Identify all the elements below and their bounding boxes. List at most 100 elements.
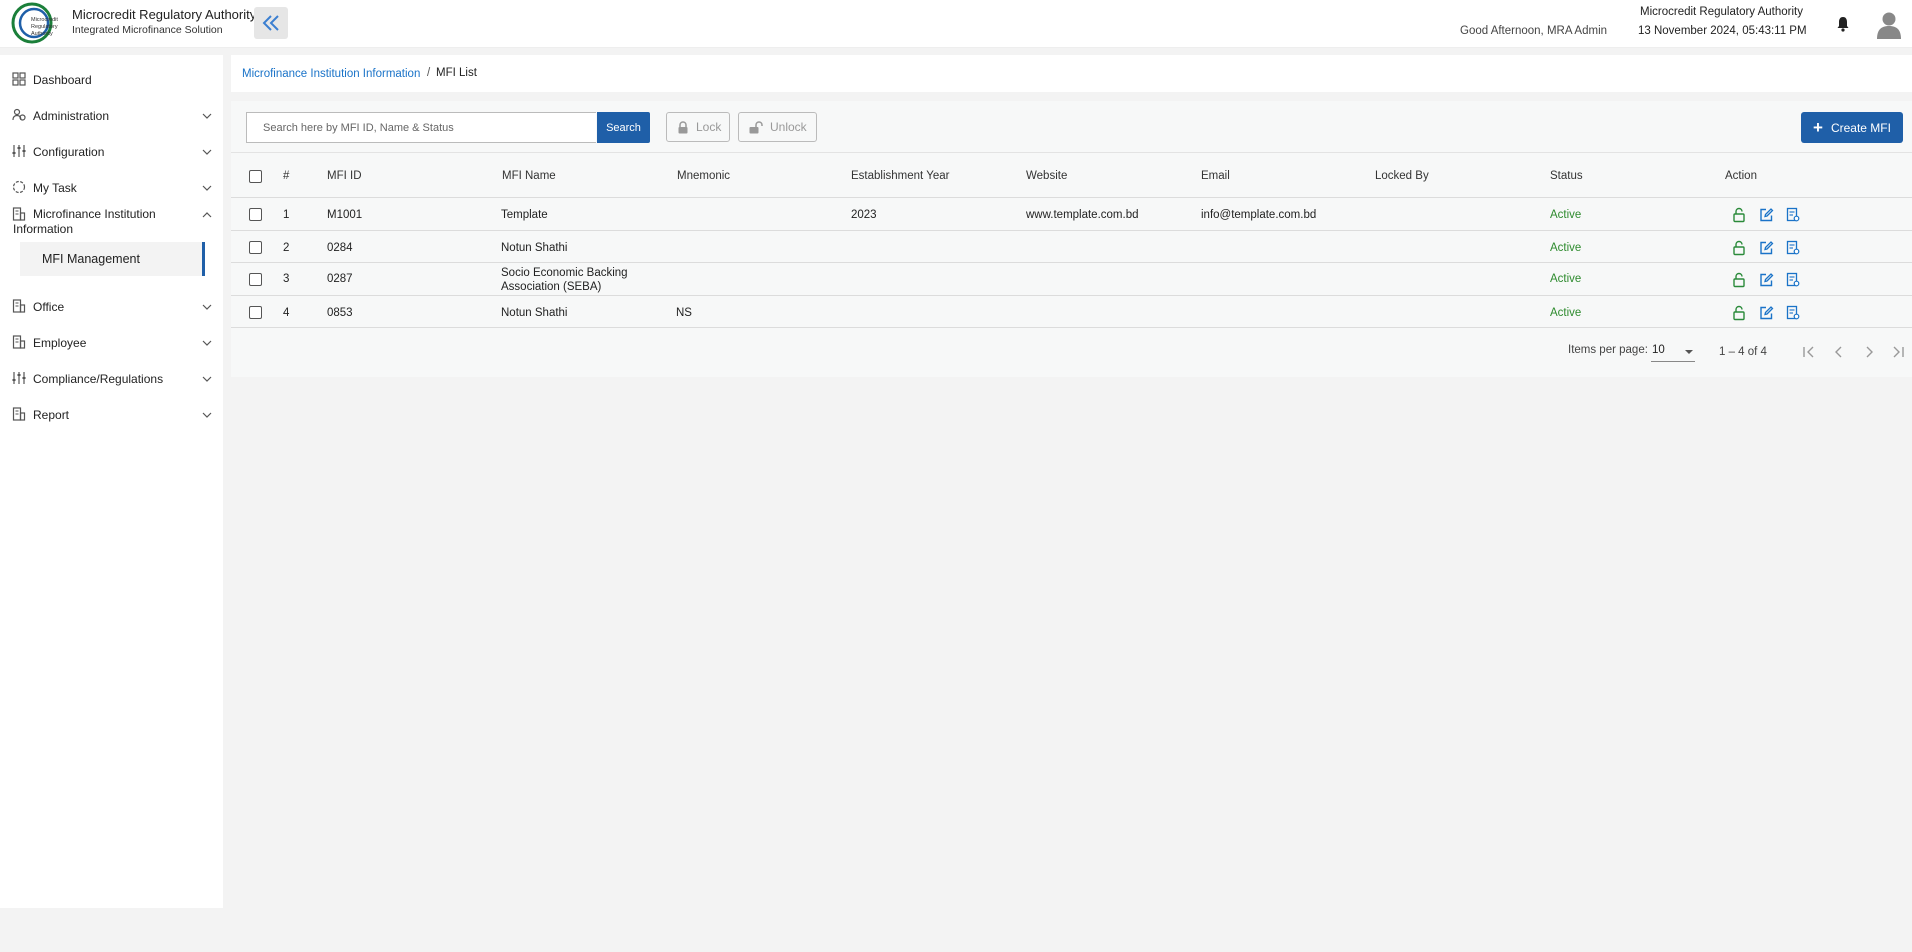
svg-text:Microcredit: Microcredit xyxy=(31,17,58,23)
status-badge: Active xyxy=(1550,242,1582,254)
sidebar-item-my-task[interactable]: My Task xyxy=(0,177,223,197)
column-header: Email xyxy=(1201,170,1230,182)
cell-number: 2 xyxy=(283,242,290,254)
table-row[interactable]: 3 0287 Socio Economic Backing Associatio… xyxy=(231,263,1912,296)
row-checkbox[interactable] xyxy=(249,241,262,254)
mfi-list-card: Search Lock Unlock + Create MFI # MFI ID… xyxy=(231,101,1912,377)
sidebar-item-mfi-information[interactable]: Microfinance Institution Information xyxy=(0,205,223,236)
cell-mfi-name: Notun Shathi xyxy=(501,307,568,319)
create-mfi-button[interactable]: + Create MFI xyxy=(1801,112,1903,143)
building-icon xyxy=(12,407,26,421)
table-row[interactable]: 2 0284 Notun Shathi Active xyxy=(231,231,1912,263)
chevron-down-icon xyxy=(202,113,212,119)
table-toolbar: Search Lock Unlock + Create MFI xyxy=(231,101,1912,153)
page-size-select[interactable]: 10 xyxy=(1651,342,1695,362)
lock-button[interactable]: Lock xyxy=(666,112,730,142)
sidebar-item-report[interactable]: Report xyxy=(0,404,223,424)
unlock-icon[interactable] xyxy=(1731,305,1747,321)
chevron-down-icon xyxy=(202,185,212,191)
sidebar-item-office[interactable]: Office xyxy=(0,296,223,316)
cell-mfi-name: Socio Economic Backing Association (SEBA… xyxy=(501,267,628,293)
cell-website: www.template.com.bd xyxy=(1026,209,1139,221)
sidebar-item-compliance[interactable]: Compliance/Regulations xyxy=(0,368,223,388)
cell-mfi-name: Template xyxy=(501,209,548,221)
sidebar-item-administration[interactable]: Administration xyxy=(0,105,223,125)
column-header: Website xyxy=(1026,170,1068,182)
breadcrumb-parent-link[interactable]: Microfinance Institution Information xyxy=(242,68,420,80)
chevron-down-icon xyxy=(202,376,212,382)
chevron-down-icon xyxy=(202,340,212,346)
plus-icon: + xyxy=(1813,118,1823,137)
app-title: Microcredit Regulatory Authority xyxy=(72,7,257,22)
sidebar-item-label: Compliance/Regulations xyxy=(33,372,164,386)
row-checkbox[interactable] xyxy=(249,273,262,286)
chevron-down-icon xyxy=(202,149,212,155)
sliders-icon xyxy=(12,372,26,384)
sidebar-item-label: Office xyxy=(33,300,65,314)
building-icon xyxy=(12,299,26,313)
unlock-icon[interactable] xyxy=(1731,272,1747,288)
mra-logo: Microcredit Regulatory Authority xyxy=(11,2,58,44)
row-checkbox[interactable] xyxy=(249,306,262,319)
column-header: Mnemonic xyxy=(677,170,731,182)
table-row[interactable]: 1 M1001 Template 2023 www.template.com.b… xyxy=(231,198,1912,231)
sidebar-item-employee[interactable]: Employee xyxy=(0,332,223,352)
status-badge: Active xyxy=(1550,307,1582,319)
bell-icon[interactable] xyxy=(1835,16,1851,32)
cell-number: 4 xyxy=(283,307,290,319)
breadcrumb-separator: / xyxy=(427,67,431,79)
svg-text:Authority: Authority xyxy=(31,31,53,37)
avatar[interactable] xyxy=(1876,11,1902,39)
document-view-icon[interactable] xyxy=(1785,240,1801,256)
document-view-icon[interactable] xyxy=(1785,207,1801,223)
column-header: Locked By xyxy=(1375,170,1429,182)
edit-icon[interactable] xyxy=(1758,207,1774,223)
table-header: # MFI ID MFI Name Mnemonic Establishment… xyxy=(231,154,1912,198)
edit-icon[interactable] xyxy=(1758,272,1774,288)
next-page-icon[interactable] xyxy=(1860,343,1878,361)
double-chevron-left-icon xyxy=(262,15,279,31)
cell-mfi-id: 0287 xyxy=(327,273,353,285)
sidebar-item-label: Administration xyxy=(33,109,110,123)
unlock-icon[interactable] xyxy=(1731,207,1747,223)
search-input[interactable] xyxy=(246,112,596,143)
unlock-button-label: Unlock xyxy=(770,120,807,134)
sidebar-subitem-label: MFI Management xyxy=(42,252,140,266)
chevron-down-icon xyxy=(202,412,212,418)
sidebar-item-configuration[interactable]: Configuration xyxy=(0,141,223,161)
sidebar-subitem-mfi-management[interactable]: MFI Management xyxy=(20,242,205,276)
document-view-icon[interactable] xyxy=(1785,272,1801,288)
lock-icon xyxy=(678,120,688,133)
edit-icon[interactable] xyxy=(1758,305,1774,321)
status-badge: Active xyxy=(1550,209,1582,221)
cell-email: info@template.com.bd xyxy=(1201,209,1317,221)
first-page-icon[interactable] xyxy=(1800,343,1818,361)
row-checkbox[interactable] xyxy=(249,208,262,221)
last-page-icon[interactable] xyxy=(1889,343,1907,361)
sidebar-item-label: My Task xyxy=(33,181,77,195)
cell-mfi-id: 0853 xyxy=(327,307,353,319)
search-button[interactable]: Search xyxy=(597,112,650,143)
sidebar-collapse-button[interactable] xyxy=(254,7,288,39)
cell-number: 1 xyxy=(283,209,290,221)
page-size-value: 10 xyxy=(1652,344,1665,356)
sidebar: Dashboard Administration Configuration M… xyxy=(0,55,223,908)
document-view-icon[interactable] xyxy=(1785,305,1801,321)
user-greeting: Good Afternoon, MRA Admin xyxy=(1460,25,1608,37)
unlock-icon[interactable] xyxy=(1731,240,1747,256)
edit-icon[interactable] xyxy=(1758,240,1774,256)
app-subtitle: Integrated Microfinance Solution xyxy=(72,24,223,36)
select-all-checkbox[interactable] xyxy=(249,170,262,183)
org-name: Microcredit Regulatory Authority xyxy=(1640,6,1803,18)
cell-number: 3 xyxy=(283,273,290,285)
previous-page-icon[interactable] xyxy=(1830,343,1848,361)
chevron-up-icon xyxy=(202,212,212,218)
task-icon xyxy=(12,180,26,194)
column-header: Establishment Year xyxy=(851,170,950,182)
create-mfi-label: Create MFI xyxy=(1830,120,1891,135)
items-per-page-label: Items per page: xyxy=(1568,344,1648,356)
sidebar-item-dashboard[interactable]: Dashboard xyxy=(0,69,223,89)
table-row[interactable]: 4 0853 Notun Shathi NS Active xyxy=(231,296,1912,328)
grid-icon xyxy=(12,72,26,86)
unlock-button[interactable]: Unlock xyxy=(738,112,817,142)
